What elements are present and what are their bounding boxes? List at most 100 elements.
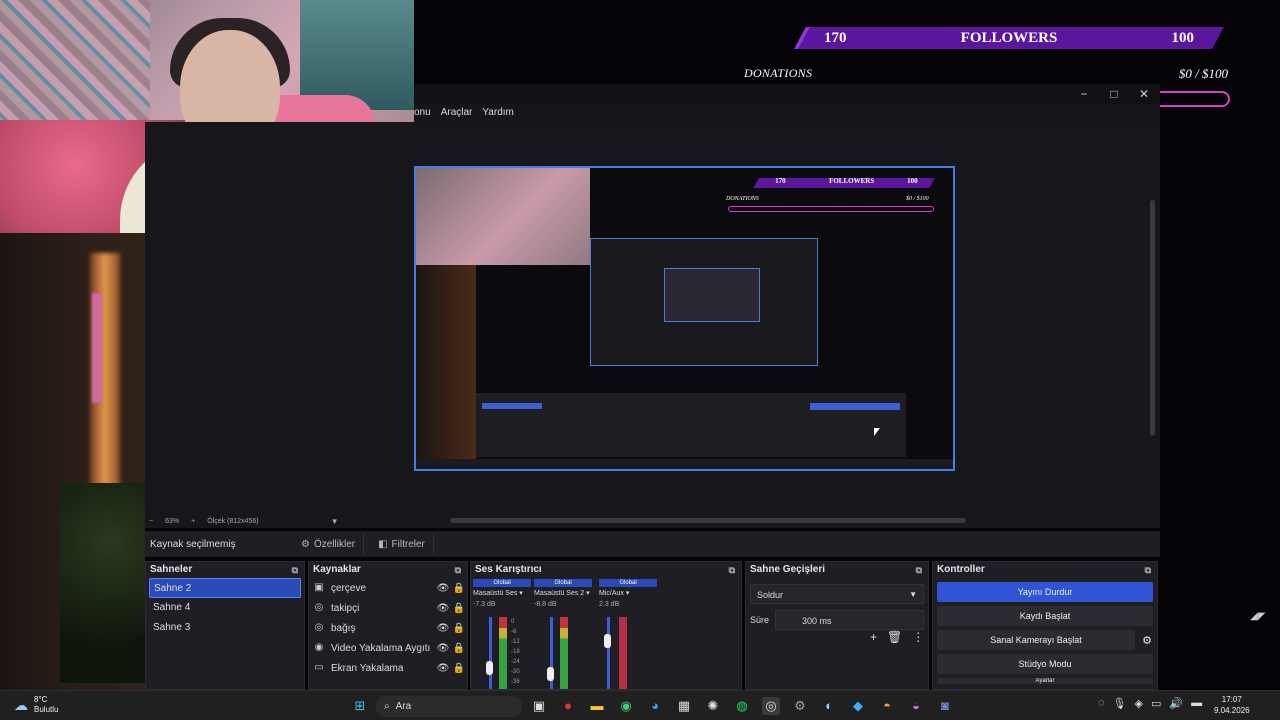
source-label: takipçi <box>331 602 360 614</box>
eye-icon[interactable]: 👁 <box>435 603 451 614</box>
chevron-down-icon: ▼ <box>909 590 917 599</box>
webcam-window <box>300 0 414 110</box>
volume-slider[interactable] <box>489 617 492 689</box>
edge-icon[interactable]: ◕ <box>646 697 664 715</box>
location-icon[interactable]: ◈ <box>1135 697 1143 710</box>
preview-room-feed <box>416 265 476 461</box>
studio-mode-button[interactable]: Stüdyo Modu <box>937 654 1153 674</box>
taskbar-clock[interactable]: 17:07 9.04.2026 <box>1214 694 1250 716</box>
start-virtual-camera-button[interactable]: Sanal Kamerayı Başlat <box>937 630 1135 650</box>
transitions-title: Sahne Geçişleri <box>750 564 826 575</box>
discord-icon[interactable]: ◙ <box>936 697 954 715</box>
weather-widget[interactable]: ☁ 8°C Bulutlu <box>14 695 58 715</box>
followers-current: 170 <box>824 29 847 46</box>
filters-label: Filtreler <box>391 538 425 550</box>
source-item[interactable]: ◎ takipçi 👁 🔒 <box>309 598 467 618</box>
clock-time: 17:07 <box>1221 695 1242 704</box>
source-item[interactable]: ◉ Video Yakalama Aygıtı 👁 🔒 <box>309 638 467 658</box>
mixer-channel-name[interactable]: Masaüstü Ses ▾ <box>473 589 531 597</box>
undock-icon[interactable]: ⧉ <box>1145 562 1151 578</box>
lock-icon[interactable]: 🔒 <box>451 663 467 674</box>
properties-button[interactable]: ⚙ Özellikler <box>293 534 365 554</box>
source-item[interactable]: ◎ bağış 👁 🔒 <box>309 618 467 638</box>
opera-icon[interactable]: ● <box>559 697 577 715</box>
close-button[interactable]: ✕ <box>1134 86 1154 102</box>
start-recording-button[interactable]: Kaydı Başlat <box>937 606 1153 626</box>
settings-button[interactable]: Ayarlar <box>937 678 1153 684</box>
chevron-down-icon[interactable]: ▼ <box>331 517 339 526</box>
lock-icon[interactable]: 🔒 <box>451 583 467 594</box>
scene-item[interactable]: Sahne 4 <box>149 598 301 618</box>
undock-icon[interactable]: ⧉ <box>292 562 298 578</box>
network-icon[interactable]: ▭ <box>1151 697 1161 710</box>
microphone-icon[interactable]: 🎙 <box>1113 697 1127 710</box>
app-icon[interactable]: ◒ <box>907 697 925 715</box>
tray-icon[interactable]: ◌ <box>1098 697 1105 710</box>
lock-icon[interactable]: 🔒 <box>451 643 467 654</box>
add-icon[interactable]: + <box>870 630 877 644</box>
spotify-icon[interactable]: ◍ <box>733 697 751 715</box>
vscode-icon[interactable]: ◆ <box>849 697 867 715</box>
menu-scene-collection[interactable]: onu <box>414 104 431 122</box>
mixer-channel-name[interactable]: Masaüstü Ses 2 ▾ <box>534 589 592 597</box>
mixer-global-badge: Global <box>473 579 531 587</box>
menu-tools[interactable]: Araçlar <box>441 104 473 122</box>
volume-slider[interactable] <box>607 617 610 689</box>
minimize-button[interactable]: − <box>1074 86 1094 102</box>
preview-canvas[interactable]: 170 FOLLOWERS 100 DONATIONS $0 / $100 <box>414 166 955 471</box>
lock-icon[interactable]: 🔒 <box>451 623 467 634</box>
battery-icon[interactable]: ▬ <box>1191 697 1202 710</box>
vertical-scrollbar[interactable] <box>1150 200 1155 436</box>
trash-icon[interactable]: 🗑 <box>887 630 902 644</box>
source-item[interactable]: ▭ Ekran Yakalama 👁 🔒 <box>309 658 467 678</box>
followers-goal: 100 <box>1171 29 1195 46</box>
source-item[interactable]: ▣ çerçeve 👁 🔒 <box>309 578 467 598</box>
eye-icon[interactable]: 👁 <box>435 643 451 654</box>
browser-icon: ◎ <box>314 602 324 613</box>
store-icon[interactable]: ▦ <box>675 697 693 715</box>
undock-icon[interactable]: ⧉ <box>729 562 735 578</box>
eye-icon[interactable]: 👁 <box>435 583 451 594</box>
volume-meter <box>499 617 507 689</box>
volume-knob[interactable] <box>604 634 611 648</box>
zoom-out-button[interactable]: − <box>149 518 153 525</box>
undock-icon[interactable]: ⧉ <box>455 562 461 578</box>
chatgpt-icon[interactable]: ✺ <box>704 697 722 715</box>
obs-icon[interactable]: ◎ <box>762 697 780 715</box>
volume-icon[interactable]: 🔊 <box>1169 697 1183 710</box>
duration-input[interactable]: 300 ms <box>775 610 924 630</box>
menu-help[interactable]: Yardım <box>482 104 514 122</box>
mixer-channel-db: -8.8 dB <box>534 601 557 608</box>
mixer-channel-db: -7.3 dB <box>473 601 496 608</box>
horizontal-scrollbar[interactable] <box>450 518 966 523</box>
volume-knob[interactable] <box>547 667 554 681</box>
taskbar-search[interactable]: ⌕ Ara <box>376 696 522 717</box>
steam-icon[interactable]: ◐ <box>820 697 838 715</box>
stop-stream-button[interactable]: Yayını Durdur <box>937 582 1153 602</box>
image-icon: ▣ <box>314 582 324 593</box>
gear-icon[interactable]: ⚙ <box>1137 634 1157 647</box>
eye-icon[interactable]: 👁 <box>435 623 451 634</box>
more-icon[interactable]: ⋮ <box>912 630 924 644</box>
maximize-button[interactable]: □ <box>1104 86 1124 102</box>
filters-button[interactable]: ◧ Filtreler <box>370 534 434 554</box>
scene-item[interactable]: Sahne 3 <box>149 618 301 638</box>
file-explorer-icon[interactable]: ▬ <box>588 697 606 715</box>
windows-start-icon[interactable]: ⊞ <box>351 697 369 715</box>
transition-select[interactable]: Soldur ▼ <box>750 584 924 604</box>
task-view-icon[interactable]: ▣ <box>530 697 548 715</box>
mixer-channel-name[interactable]: Mic/Aux ▾ <box>599 589 657 597</box>
mixer-channel-db: 2.3 dB <box>599 601 620 608</box>
lock-icon[interactable]: 🔒 <box>451 603 467 614</box>
preview-followers-bar: 170 FOLLOWERS 100 <box>753 177 935 188</box>
zoom-in-button[interactable]: + <box>191 518 195 525</box>
undock-icon[interactable]: ⧉ <box>916 562 922 578</box>
whatsapp-icon[interactable]: ◉ <box>617 697 635 715</box>
scene-item[interactable]: Sahne 2 <box>149 578 301 598</box>
followers-goal-bar: 170 FOLLOWERS 100 <box>794 27 1224 49</box>
volume-knob[interactable] <box>486 661 493 675</box>
settings-app-icon[interactable]: ⚙ <box>791 697 809 715</box>
app-icon[interactable]: ◓ <box>878 697 896 715</box>
audio-mixer-dock: Ses Karıştırıcı ⧉ Global Masaüstü Ses ▾ … <box>470 561 742 690</box>
eye-icon[interactable]: 👁 <box>435 663 451 674</box>
